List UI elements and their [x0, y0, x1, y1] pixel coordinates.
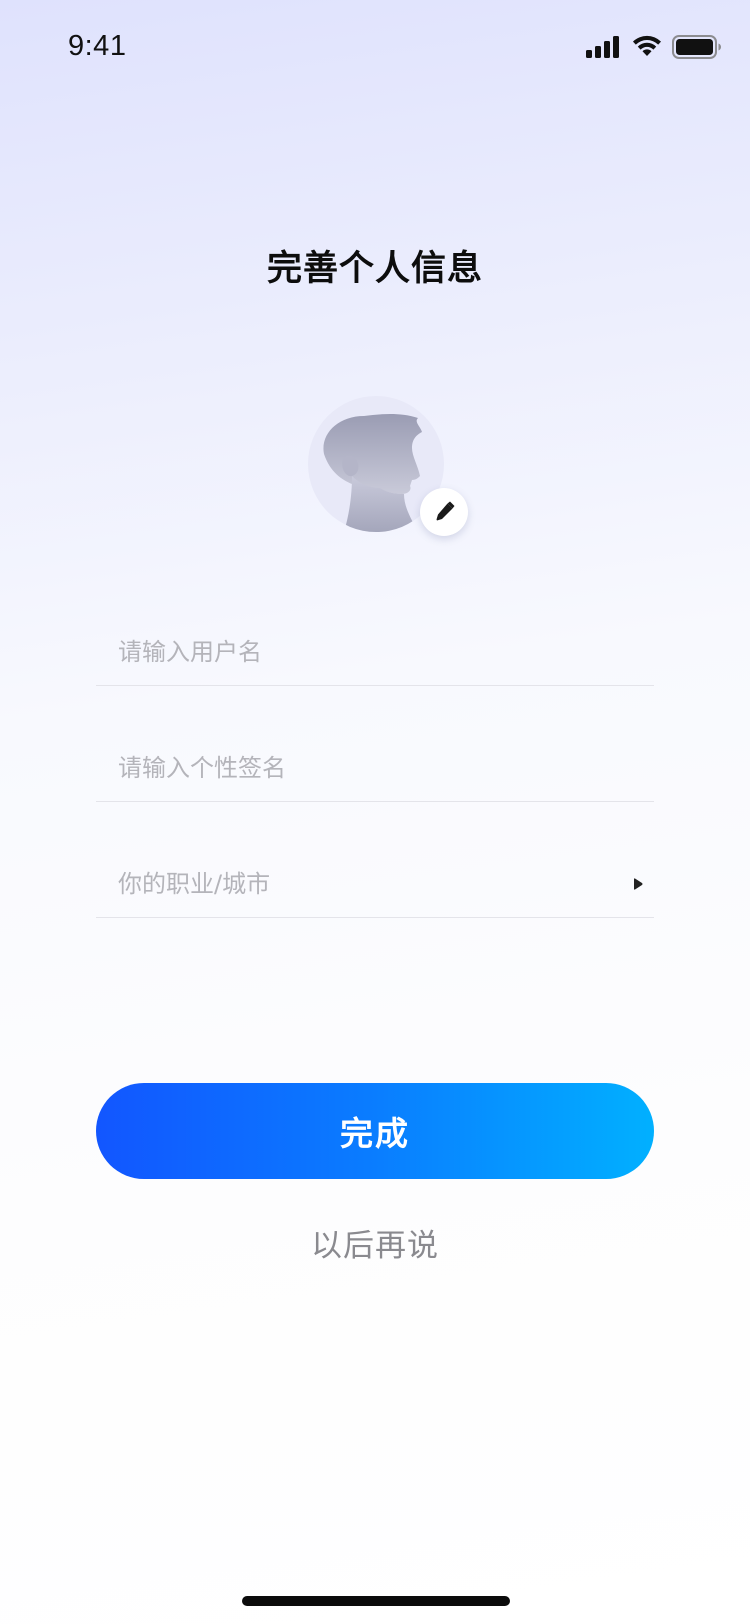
wifi-icon [633, 35, 661, 56]
pencil-icon [436, 501, 455, 521]
signature-field [96, 732, 654, 802]
skip-later-link[interactable]: 以后再说 [0, 1220, 750, 1265]
battery-icon [672, 35, 721, 59]
arrow-right-icon [634, 878, 643, 890]
status-time: 9:41 [68, 30, 127, 62]
signal-icon [586, 36, 622, 58]
edit-avatar-button[interactable] [420, 488, 468, 536]
signature-input[interactable] [118, 748, 598, 788]
job-city-input[interactable] [118, 864, 598, 904]
job-city-field[interactable] [96, 848, 654, 918]
username-field [96, 616, 654, 686]
username-input[interactable] [118, 632, 598, 672]
home-indicator [242, 1596, 510, 1606]
page-title: 完善个人信息 [266, 249, 483, 289]
done-button[interactable]: 完成 [96, 1083, 654, 1179]
status-bar: 9:41 [0, 0, 750, 100]
